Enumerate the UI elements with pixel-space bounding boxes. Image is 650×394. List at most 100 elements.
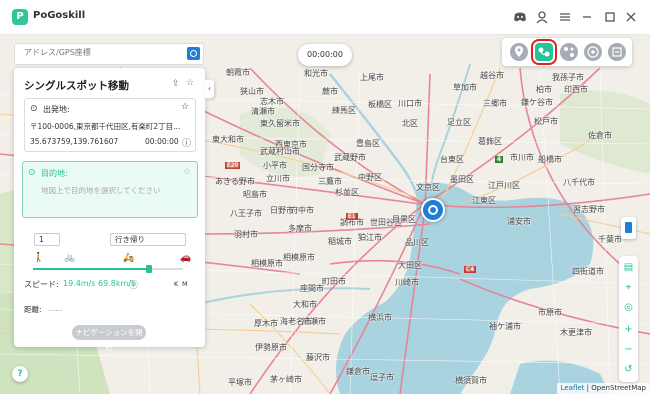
zoom-out-icon[interactable]: −: [621, 342, 636, 357]
maximize-icon[interactable]: [603, 10, 617, 24]
road-shield: E20: [225, 162, 241, 169]
compass-icon[interactable]: ◎: [621, 300, 636, 315]
minimize-icon[interactable]: [580, 10, 594, 24]
map-label: 川口市: [398, 99, 422, 108]
start-address: 〒100-0006,東京都千代田区,有楽町2丁目...: [30, 122, 181, 131]
start-navigation-button[interactable]: ナビゲーションを開始: [72, 325, 146, 352]
location-pin-icon[interactable]: ⌖: [621, 280, 636, 295]
map-attribution: Leaflet | OpenStreetMap: [556, 383, 650, 394]
speed-label: スピード:: [24, 280, 59, 289]
map-label: 江戸川区: [488, 181, 520, 190]
start-point-card: ⊙ 出発地: ☆ 〒100-0006,東京都千代田区,有楽町2丁目... 35.…: [24, 98, 196, 152]
speed-value: 19.4m/s 69.8km/h: [63, 279, 137, 288]
map-label: 狛江市: [358, 233, 382, 242]
speed-slider[interactable]: [33, 265, 183, 273]
road-shield: E1: [346, 213, 358, 220]
map-label: 船橋市: [538, 155, 562, 164]
map-label: 逗子市: [370, 373, 394, 382]
map-label: 大田区: [398, 261, 422, 270]
device-icon[interactable]: [621, 217, 636, 239]
map-label: 横須賀市: [455, 376, 487, 385]
help-icon[interactable]: ?: [12, 366, 28, 382]
map-controls: ▤ ⌖ ◎ + − ↺: [619, 256, 638, 382]
map-label: 上尾市: [360, 73, 384, 82]
speed-slider-handle[interactable]: [146, 265, 152, 273]
map-label: 柏市: [536, 85, 552, 94]
joystick-mode-icon[interactable]: [584, 43, 602, 61]
map-label: 目黒区: [392, 215, 416, 224]
map-label: 藤沢市: [306, 353, 330, 362]
count-stepper[interactable]: 1: [34, 233, 60, 246]
leaflet-link[interactable]: Leaflet: [561, 384, 585, 392]
destination-label: 目的地:: [41, 169, 68, 178]
reset-icon[interactable]: ↺: [621, 362, 636, 377]
map-label: 座間市: [300, 284, 324, 293]
map-label: 武蔵村山市: [260, 147, 300, 156]
map-label: 葛飾区: [478, 137, 502, 146]
multi-spot-mode-icon[interactable]: [560, 43, 578, 61]
menu-icon[interactable]: [558, 10, 572, 24]
map-label: 我孫子市: [552, 73, 584, 82]
map-label: 蕨市: [322, 87, 338, 96]
account-icon[interactable]: [535, 10, 549, 24]
current-location-marker[interactable]: [421, 198, 445, 222]
map-label: 中野区: [358, 173, 382, 182]
map-label: 台東区: [440, 155, 464, 164]
map-label: 浦安市: [507, 217, 531, 226]
info-icon[interactable]: ⓘ: [182, 136, 191, 149]
map-label: 市原市: [538, 308, 562, 317]
map-label: 町田市: [322, 277, 346, 286]
favorite-icon[interactable]: ☆: [186, 78, 194, 88]
road-shield: C4: [464, 266, 477, 273]
bicycle-icon[interactable]: 🚲: [64, 253, 75, 263]
close-icon[interactable]: [624, 10, 638, 24]
map-label: 八王子市: [230, 209, 262, 218]
unit-km-toggle[interactable]: K: [174, 280, 178, 288]
map-label: 文京区: [416, 183, 440, 192]
title-bar: P PoGoskill: [0, 0, 650, 35]
destination-card[interactable]: ⊙ 目的地: ☆ 地図上で目的地を選択してください: [22, 161, 198, 218]
motorcycle-icon[interactable]: 🛵: [123, 253, 134, 263]
collapse-panel-button[interactable]: ‹: [205, 80, 214, 98]
map-label: 品川区: [405, 238, 429, 247]
map-label: 北区: [402, 119, 418, 128]
map-label: 墨田区: [450, 175, 474, 184]
unit-mile-toggle[interactable]: M: [182, 280, 188, 288]
start-favorite-icon[interactable]: ☆: [181, 102, 189, 112]
car-icon[interactable]: 🚗: [180, 253, 191, 263]
map-label: 板橋区: [368, 100, 392, 109]
osm-link[interactable]: OpenStreetMap: [591, 384, 646, 392]
single-spot-mode-icon[interactable]: [531, 39, 557, 65]
map-label: 東大和市: [212, 135, 244, 144]
zoom-in-icon[interactable]: +: [621, 322, 636, 337]
map-label: 川崎市: [395, 278, 419, 287]
route-import-mode-icon[interactable]: [608, 43, 626, 61]
search-input[interactable]: [22, 47, 186, 58]
history-icon[interactable]: ▤: [621, 260, 636, 275]
single-spot-panel: シングルスポット移動 ⇪ ☆ ⊙ 出発地: ☆ 〒100-0006,東京都千代田…: [14, 68, 205, 352]
speed-info-icon[interactable]: ⓘ: [129, 278, 138, 291]
mode-select[interactable]: 行き帰り: [110, 233, 186, 246]
start-time: 00:00:00: [145, 137, 179, 146]
share-icon[interactable]: ⇪: [172, 79, 180, 89]
map-label: 小平市: [263, 161, 287, 170]
discord-icon[interactable]: [513, 10, 527, 24]
search-icon[interactable]: [187, 47, 200, 60]
map-label: 厚木市: [254, 319, 278, 328]
app-title: PoGoskill: [33, 10, 86, 21]
map-label: 茅ヶ崎市: [270, 375, 302, 384]
panel-title: シングルスポット移動: [24, 80, 129, 92]
start-coordinates: 35.673759,139.761607: [30, 137, 119, 146]
map-label: 伊勢原市: [255, 343, 287, 352]
walk-icon[interactable]: 🚶: [33, 253, 44, 263]
map-label: 平塚市: [228, 378, 252, 387]
map-label: 杉並区: [335, 188, 359, 197]
teleport-mode-icon[interactable]: [510, 43, 528, 61]
map-label: 武蔵野市: [334, 153, 366, 162]
map-label: 袖ケ浦市: [489, 322, 521, 331]
map-label: 海老名市: [280, 317, 312, 326]
destination-favorite-icon[interactable]: ☆: [183, 167, 191, 177]
map-label: 立川市: [266, 174, 290, 183]
map-label: あきる野市: [215, 177, 255, 186]
app-logo-icon: P: [12, 9, 28, 25]
